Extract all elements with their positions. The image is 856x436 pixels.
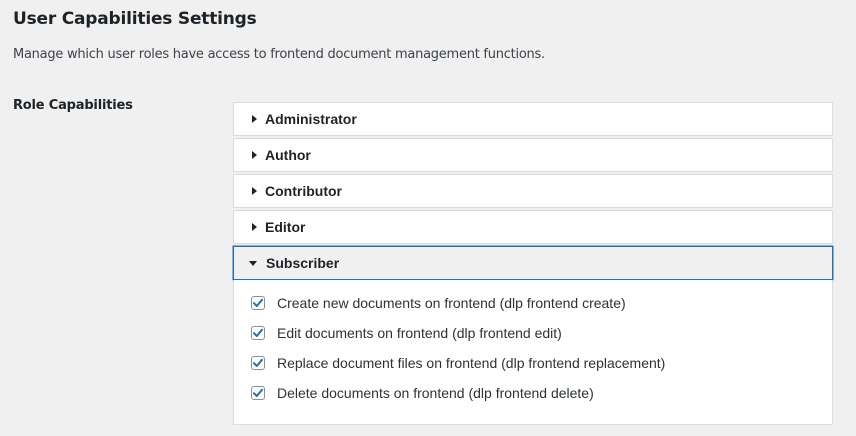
- role-item-contributor: Contributor: [233, 174, 833, 208]
- checkmark-icon: [253, 358, 263, 367]
- role-accordion: Administrator Author Contributor Editor: [233, 102, 833, 427]
- role-item-subscriber: Subscriber Create new documents on front…: [233, 246, 833, 425]
- role-item-author: Author: [233, 138, 833, 172]
- page-description: Manage which user roles have access to f…: [13, 47, 545, 62]
- caret-right-icon: [249, 115, 259, 123]
- subscriber-capabilities-panel: Create new documents on frontend (dlp fr…: [233, 280, 833, 425]
- capability-checkbox-edit[interactable]: [251, 326, 265, 340]
- caret-right-icon: [249, 151, 259, 159]
- role-name: Administrator: [265, 111, 357, 127]
- capability-checkbox-create[interactable]: [251, 296, 265, 310]
- role-name: Editor: [265, 219, 306, 235]
- capability-row-edit: Edit documents on frontend (dlp frontend…: [234, 318, 832, 348]
- capability-label: Replace document files on frontend (dlp …: [277, 355, 666, 371]
- role-name: Subscriber: [266, 255, 340, 271]
- role-header-contributor[interactable]: Contributor: [233, 174, 833, 208]
- role-item-editor: Editor: [233, 210, 833, 244]
- capability-label: Create new documents on frontend (dlp fr…: [277, 295, 626, 311]
- page-title: User Capabilities Settings: [13, 9, 257, 29]
- capability-row-delete: Delete documents on frontend (dlp fronte…: [234, 378, 832, 408]
- checkmark-icon: [253, 298, 263, 307]
- capability-checkbox-delete[interactable]: [251, 386, 265, 400]
- role-header-subscriber[interactable]: Subscriber: [233, 246, 833, 280]
- role-header-author[interactable]: Author: [233, 138, 833, 172]
- capability-row-replace: Replace document files on frontend (dlp …: [234, 348, 832, 378]
- capability-row-create: Create new documents on frontend (dlp fr…: [234, 288, 832, 318]
- capability-label: Delete documents on frontend (dlp fronte…: [277, 385, 594, 401]
- caret-right-icon: [249, 223, 259, 231]
- role-item-administrator: Administrator: [233, 102, 833, 136]
- capability-checkbox-replace[interactable]: [251, 356, 265, 370]
- checkmark-icon: [253, 328, 263, 337]
- checkmark-icon: [253, 388, 263, 397]
- role-name: Contributor: [265, 183, 342, 199]
- caret-down-icon: [248, 260, 258, 266]
- caret-right-icon: [249, 187, 259, 195]
- role-header-administrator[interactable]: Administrator: [233, 102, 833, 136]
- role-name: Author: [265, 147, 311, 163]
- role-header-editor[interactable]: Editor: [233, 210, 833, 244]
- capability-label: Edit documents on frontend (dlp frontend…: [277, 325, 562, 341]
- role-capabilities-label: Role Capabilities: [13, 98, 133, 113]
